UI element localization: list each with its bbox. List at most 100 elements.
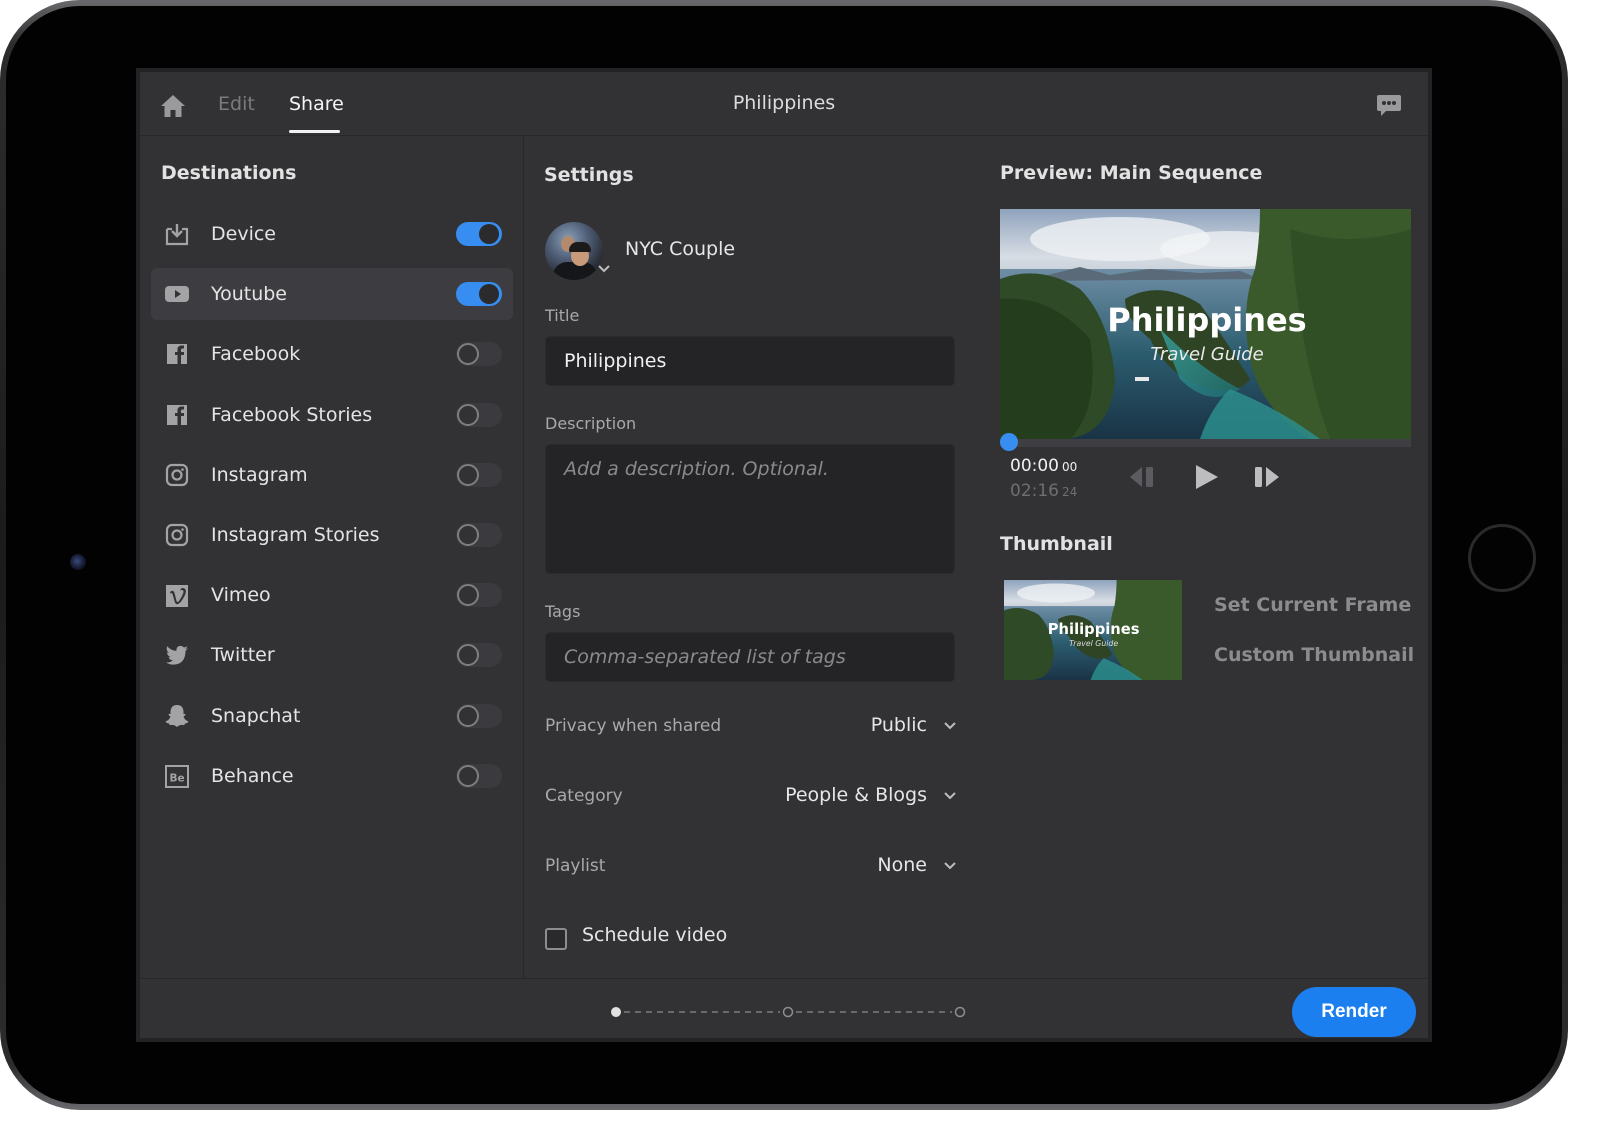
destination-toggle[interactable]: [456, 402, 502, 427]
project-title: Philippines: [732, 92, 836, 114]
snapchat-icon: [165, 704, 189, 727]
top-bar: Edit Share Philippines: [140, 72, 1428, 136]
video-preview[interactable]: Philippines Travel Guide: [1000, 209, 1411, 439]
play-icon[interactable]: [1192, 463, 1220, 491]
toggle-knob: [457, 704, 479, 727]
facebook-icon: [167, 404, 187, 425]
playlist-label: Playlist: [545, 856, 606, 876]
tags-input[interactable]: Comma-separated list of tags: [545, 632, 955, 682]
thumbnail-image[interactable]: Philippines Travel Guide: [1004, 580, 1182, 680]
instagram-icon: [165, 523, 189, 547]
destination-toggle[interactable]: [456, 643, 502, 668]
set-current-frame-button[interactable]: Set Current Frame: [1214, 594, 1411, 616]
category-select[interactable]: Category People & Blogs: [545, 782, 957, 812]
preview-image: Philippines Travel Guide: [1000, 209, 1411, 439]
account-name[interactable]: NYC Couple: [625, 238, 735, 260]
scrubber-handle[interactable]: [1000, 433, 1018, 451]
toggle-knob: [457, 403, 479, 426]
category-label: Category: [545, 786, 623, 806]
destination-snapchat[interactable]: Snapchat: [151, 690, 513, 742]
destination-label: Instagram: [211, 463, 308, 486]
youtube-icon: [165, 286, 189, 303]
render-button[interactable]: Render: [1292, 987, 1416, 1037]
destination-twitter[interactable]: Twitter: [151, 629, 513, 681]
destination-facebook-stories[interactable]: Facebook Stories: [151, 389, 513, 441]
thumbnail-title: Philippines: [1048, 621, 1140, 638]
toggle-knob: [457, 764, 479, 787]
toggle-knob: [457, 523, 479, 546]
camera-icon: [70, 554, 86, 570]
privacy-label: Privacy when shared: [545, 716, 722, 736]
destination-label: Behance: [211, 764, 294, 787]
destination-toggle[interactable]: [456, 583, 502, 608]
title-label: Title: [545, 306, 580, 325]
destinations-heading: Destinations: [161, 162, 297, 184]
chevron-down-icon[interactable]: [943, 861, 957, 871]
schedule-video-label[interactable]: Schedule video: [582, 924, 727, 946]
playlist-value[interactable]: None: [877, 854, 927, 876]
destination-behance[interactable]: Be Behance: [151, 750, 513, 802]
destinations-list: Device Youtube Facebook Facebook Stories Ins…: [151, 208, 513, 810]
destination-toggle[interactable]: [456, 763, 502, 788]
progress-stepper: [611, 1006, 966, 1018]
account-avatar[interactable]: [545, 222, 603, 280]
chat-icon[interactable]: [1376, 94, 1402, 118]
destination-facebook[interactable]: Facebook: [151, 328, 513, 380]
thumbnail-subtitle: Travel Guide: [1069, 639, 1118, 648]
stepper-dot-active: [611, 1007, 621, 1017]
vimeo-icon: [166, 585, 188, 608]
preview-heading: Preview: Main Sequence: [1000, 162, 1263, 184]
playlist-select[interactable]: Playlist None: [545, 852, 957, 882]
description-textarea[interactable]: Add a description. Optional.: [545, 444, 955, 574]
title-input[interactable]: Philippines: [545, 336, 955, 386]
destination-toggle[interactable]: [456, 703, 502, 728]
download-icon: [165, 224, 189, 246]
stepper-dot: [782, 1006, 794, 1018]
settings-heading: Settings: [544, 164, 634, 186]
destination-toggle[interactable]: [456, 522, 502, 547]
preview-video-title: Philippines: [1107, 301, 1306, 339]
destination-toggle[interactable]: [456, 282, 502, 307]
category-value[interactable]: People & Blogs: [785, 784, 927, 806]
destination-label: Facebook: [211, 343, 301, 366]
description-label: Description: [545, 414, 637, 433]
scrubber-track[interactable]: [1000, 439, 1411, 447]
home-hardware-button[interactable]: [1468, 524, 1536, 592]
destination-toggle[interactable]: [456, 342, 502, 367]
preview-panel: Preview: Main Sequence Philippines Trave…: [976, 136, 1428, 978]
chevron-down-icon[interactable]: [943, 721, 957, 731]
toggle-knob: [457, 343, 479, 366]
svg-text:Be: Be: [169, 772, 184, 784]
toggle-knob: [479, 224, 499, 244]
destinations-panel: Destinations Device Youtube Facebook Facebo…: [140, 136, 524, 978]
step-back-icon[interactable]: [1128, 463, 1158, 491]
preview-video-subtitle: Travel Guide: [1150, 344, 1263, 365]
privacy-select[interactable]: Privacy when shared Public: [545, 712, 957, 742]
destination-label: Facebook Stories: [211, 403, 373, 426]
facebook-icon: [167, 344, 187, 365]
twitter-icon: [166, 646, 188, 665]
thumbnail-heading: Thumbnail: [1000, 533, 1113, 555]
step-forward-icon[interactable]: [1252, 463, 1282, 491]
custom-thumbnail-button[interactable]: Custom Thumbnail: [1214, 644, 1414, 666]
chevron-down-icon[interactable]: [943, 791, 957, 801]
destination-label: Device: [211, 223, 276, 245]
destination-device[interactable]: Device: [151, 208, 513, 260]
destination-label: Youtube: [211, 283, 287, 306]
active-tab-indicator: [289, 130, 340, 133]
destination-toggle[interactable]: [456, 222, 502, 246]
destination-instagram-stories[interactable]: Instagram Stories: [151, 509, 513, 561]
schedule-video-checkbox[interactable]: [545, 928, 567, 950]
destination-label: Snapchat: [211, 704, 301, 727]
instagram-icon: [165, 463, 189, 486]
privacy-value[interactable]: Public: [871, 714, 927, 736]
current-time: 00:00 00: [1010, 456, 1078, 476]
toggle-knob: [457, 463, 479, 486]
destination-toggle[interactable]: [456, 462, 502, 487]
behance-icon: Be: [165, 764, 189, 788]
chevron-down-icon[interactable]: [597, 264, 611, 274]
destination-vimeo[interactable]: Vimeo: [151, 569, 513, 621]
destination-instagram[interactable]: Instagram: [151, 449, 513, 501]
destination-label: Instagram Stories: [211, 523, 380, 546]
destination-youtube[interactable]: Youtube: [151, 268, 513, 321]
